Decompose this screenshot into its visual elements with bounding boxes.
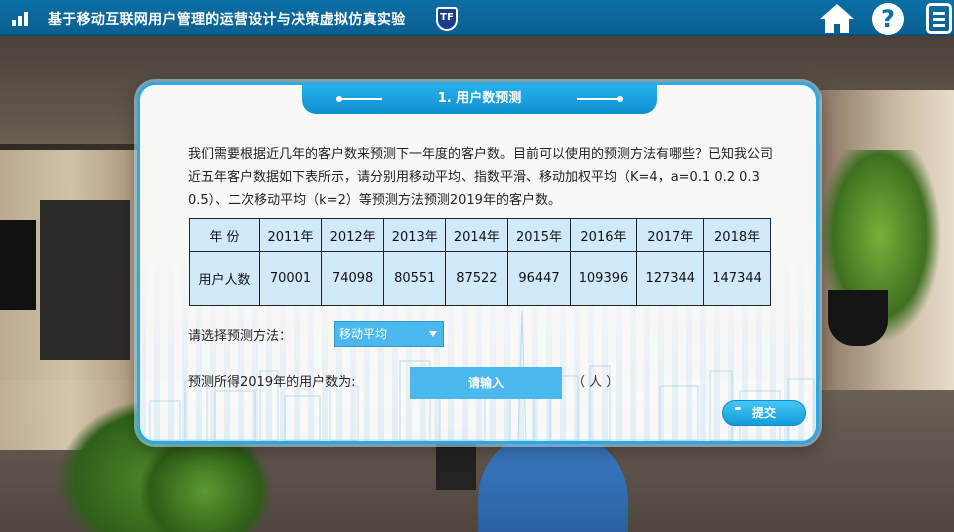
table-value-cell: 70001 xyxy=(258,251,323,306)
app-title: 基于移动互联网用户管理的运营设计与决策虚拟仿真实验 xyxy=(48,12,406,28)
method-selected-value: 移动平均 xyxy=(339,327,388,341)
table-value-cell: 74098 xyxy=(321,251,385,306)
dialog-title-tab: 1. 用户数预测 xyxy=(302,85,657,114)
table-value-cell: 147344 xyxy=(703,251,771,306)
table-year-cell: 2018年 xyxy=(703,218,771,252)
table-header-label: 年 份 xyxy=(189,218,260,252)
table-value-cell: 96447 xyxy=(507,251,571,306)
table-value-cell: 80551 xyxy=(383,251,447,306)
table-value-cell: 87522 xyxy=(445,251,509,306)
submit-button-label: 提交 xyxy=(751,406,776,420)
table-year-cell: 2012年 xyxy=(321,218,385,252)
method-label: 请选择预测方法： xyxy=(188,329,293,344)
table-row-label: 用户人数 xyxy=(189,251,260,306)
signal-icon xyxy=(12,10,32,26)
method-select[interactable]: 移动平均 xyxy=(334,321,444,347)
scene-monitor xyxy=(0,220,36,310)
table-year-cell: 2013年 xyxy=(383,218,447,252)
help-icon[interactable]: ? xyxy=(872,3,904,35)
result-label: 预测所得2019年的用户数为: xyxy=(188,375,356,390)
scene-cubicle xyxy=(40,200,130,360)
prediction-dialog: 1. 用户数预测 我们需要根据近几年的客户数来预测下一年度的客户数。目前可以使用… xyxy=(137,82,819,444)
scene-pot-right xyxy=(828,290,888,346)
scene-plant-middle xyxy=(140,430,270,532)
button-shine-icon xyxy=(735,407,741,410)
table-header-row: 年 份 2011年 2012年 2013年 2014年 2015年 2016年 … xyxy=(189,218,771,252)
task-description: 我们需要根据近几年的客户数来预测下一年度的客户数。目前可以使用的预测方法有哪些？… xyxy=(188,147,774,208)
table-year-cell: 2017年 xyxy=(636,218,705,252)
school-logo: TF xyxy=(436,7,458,31)
table-year-cell: 2015年 xyxy=(507,218,571,252)
submit-button[interactable]: 提交 xyxy=(722,400,806,426)
home-icon[interactable] xyxy=(818,2,856,34)
table-value-cell: 127344 xyxy=(636,251,705,306)
table-year-cell: 2016年 xyxy=(569,218,638,252)
dropdown-arrow-icon xyxy=(429,331,437,337)
customer-data-table: 年 份 2011年 2012年 2013年 2014年 2015年 2016年 … xyxy=(189,218,771,306)
city-skyline-decoration xyxy=(140,310,816,441)
unit-label: （ 人 ） xyxy=(572,375,620,390)
prediction-input[interactable] xyxy=(410,367,562,399)
table-value-cell: 109396 xyxy=(569,251,638,306)
menu-icon[interactable] xyxy=(926,3,952,34)
table-year-cell: 2014年 xyxy=(445,218,509,252)
dialog-title: 1. 用户数预测 xyxy=(437,91,522,106)
table-value-row: 用户人数 70001 74098 80551 87522 96447 10939… xyxy=(189,251,771,306)
tab-decoration-right xyxy=(577,96,623,102)
tab-decoration-left xyxy=(336,96,382,102)
top-bar: 基于移动互联网用户管理的运营设计与决策虚拟仿真实验 TF ? xyxy=(0,0,954,36)
table-year-cell: 2011年 xyxy=(258,218,323,252)
